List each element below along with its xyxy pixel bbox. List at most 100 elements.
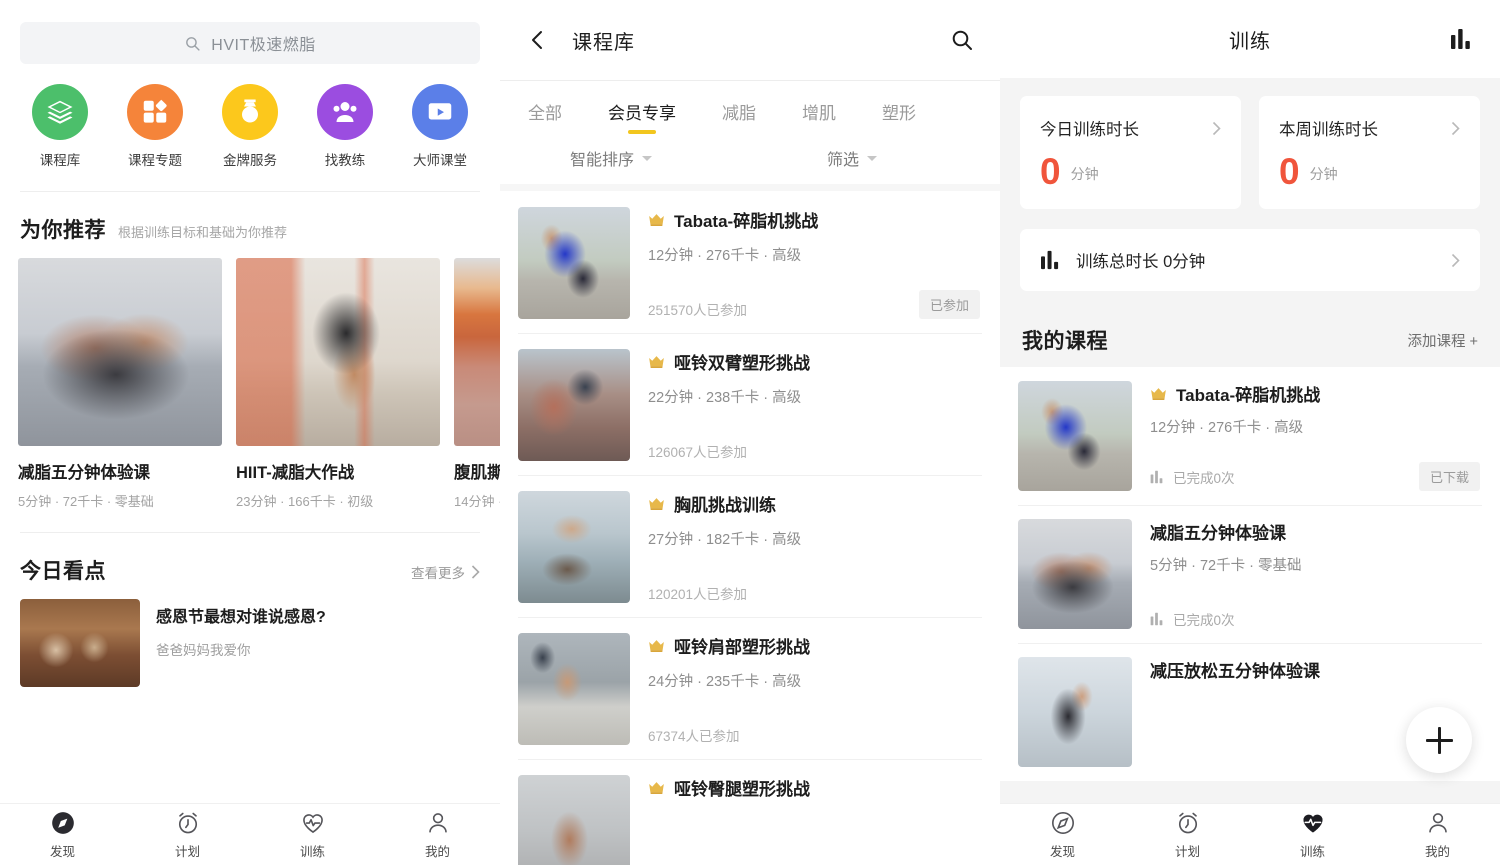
my-course-item[interactable]: Tabata-碎脂机挑战 12分钟 · 276千卡 · 高级 已完成0次 已下载 xyxy=(1000,367,1500,505)
add-fab-button[interactable] xyxy=(1406,707,1472,773)
person-icon xyxy=(428,812,447,832)
tab-all[interactable]: 全部 xyxy=(528,99,562,136)
nav-item-discover[interactable]: 发现 xyxy=(1000,810,1125,860)
quick-link-label: 金牌服务 xyxy=(223,153,277,168)
course-list-item[interactable]: 哑铃肩部塑形挑战 24分钟 · 235千卡 · 高级 67374人已参加 xyxy=(500,617,1000,759)
chevron-left-icon[interactable] xyxy=(526,28,550,52)
layers-icon xyxy=(32,84,88,140)
quick-link-find-coach[interactable]: 找教练 xyxy=(301,84,389,169)
course-list-item[interactable]: 胸肌挑战训练 27分钟 · 182千卡 · 高级 120201人已参加 xyxy=(500,475,1000,617)
nav-item-plan[interactable]: 计划 xyxy=(125,810,250,860)
sort-dropdown[interactable]: 智能排序 xyxy=(570,146,653,170)
course-list: Tabata-碎脂机挑战 12分钟 · 276千卡 · 高级 251570人已参… xyxy=(500,191,1000,865)
course-meta: 23分钟 · 166千卡 · 初级 xyxy=(236,494,374,509)
course-library-screen: 课程库 全部 会员专享 减脂 增肌 塑形 智能排序 筛选 Tabata-碎脂机挑… xyxy=(500,0,1000,865)
recommend-card[interactable]: 腹肌撕 14分钟 · xyxy=(454,258,500,510)
course-thumbnail xyxy=(18,258,222,446)
nav-item-training[interactable]: 训练 xyxy=(1250,810,1375,860)
quick-link-course-library[interactable]: 课程库 xyxy=(16,84,104,169)
my-course-item[interactable]: 减脂五分钟体验课 5分钟 · 72千卡 · 零基础 已完成0次 xyxy=(1000,505,1500,643)
quick-link-course-topics[interactable]: 课程专题 xyxy=(111,84,199,169)
course-title: 哑铃臀腿塑形挑战 xyxy=(674,780,810,799)
tab-muscle-gain[interactable]: 增肌 xyxy=(802,99,836,136)
medal-icon xyxy=(222,84,278,140)
course-joined-count: 120201人已参加 xyxy=(648,587,748,602)
training-header: 训练 xyxy=(1000,0,1500,78)
nav-label: 发现 xyxy=(1049,844,1075,859)
nav-item-training[interactable]: 训练 xyxy=(250,810,375,860)
video-icon xyxy=(412,84,468,140)
course-meta: 27分钟 · 182千卡 · 高级 xyxy=(648,532,802,548)
stat-value: 0 xyxy=(1040,151,1061,192)
course-name: 减压放松五分钟体验课 xyxy=(1150,662,1320,682)
divider xyxy=(500,184,1000,191)
course-name: 减脂五分钟体验课 xyxy=(1150,524,1286,544)
recommend-subtitle: 根据训练目标和基础为你推荐 xyxy=(118,225,288,240)
search-icon[interactable] xyxy=(950,28,974,52)
course-completion-count: 已完成0次 xyxy=(1173,613,1235,629)
search-input[interactable]: HVIT极速燃脂 xyxy=(20,22,480,64)
course-thumbnail xyxy=(1018,657,1132,768)
course-title: Tabata-碎脂机挑战 xyxy=(674,212,819,231)
person-icon xyxy=(1428,812,1447,832)
total-duration-row[interactable]: 训练总时长 0分钟 xyxy=(1020,229,1480,292)
course-list-item[interactable]: Tabata-碎脂机挑战 12分钟 · 276千卡 · 高级 251570人已参… xyxy=(500,191,1000,333)
nav-label: 训练 xyxy=(299,844,325,859)
course-title: 哑铃肩部塑形挑战 xyxy=(674,638,810,657)
page-title: 课程库 xyxy=(572,31,635,54)
nav-label: 训练 xyxy=(1299,844,1325,859)
recommend-card-row[interactable]: 减脂五分钟体验课 5分钟 · 72千卡 · 零基础 HIIT-减脂大作战 23分… xyxy=(0,258,500,510)
news-item[interactable]: 感恩节最想对谁说感恩? 爸爸妈妈我爱你 xyxy=(0,599,500,687)
filter-row: 智能排序 筛选 xyxy=(500,136,1000,170)
course-thumbnail xyxy=(518,349,630,461)
quick-link-master-class[interactable]: 大师课堂 xyxy=(396,84,484,169)
stat-card-week[interactable]: 本周训练时长 0 分钟 xyxy=(1259,96,1480,210)
grid-icon xyxy=(127,84,183,140)
tab-body-shaping[interactable]: 塑形 xyxy=(882,99,916,136)
quick-link-gold-service[interactable]: 金牌服务 xyxy=(206,84,294,169)
stat-label: 本周训练时长 xyxy=(1279,121,1378,139)
crown-icon xyxy=(649,356,664,368)
bar-chart-icon[interactable] xyxy=(1450,28,1474,50)
today-more-label: 查看更多 xyxy=(411,566,465,581)
search-icon xyxy=(186,36,200,51)
heartbeat-icon xyxy=(302,813,323,833)
recommend-card[interactable]: HIIT-减脂大作战 23分钟 · 166千卡 · 初级 xyxy=(236,258,440,510)
alarm-icon xyxy=(1178,812,1197,833)
filter-dropdown[interactable]: 筛选 xyxy=(827,146,878,170)
tab-fat-loss[interactable]: 减脂 xyxy=(722,99,756,136)
category-tabs: 全部 会员专享 减脂 增肌 塑形 xyxy=(500,81,1000,136)
chevron-down-icon xyxy=(642,155,653,161)
discover-screen: HVIT极速燃脂 课程库 课程专题 金牌服务 找教练 大师课堂 为你推荐 根据训… xyxy=(0,0,500,865)
nav-item-mine[interactable]: 我的 xyxy=(1375,810,1500,860)
recommend-card[interactable]: 减脂五分钟体验课 5分钟 · 72千卡 · 零基础 xyxy=(18,258,222,510)
nav-item-plan[interactable]: 计划 xyxy=(1125,810,1250,860)
news-title: 感恩节最想对谁说感恩? xyxy=(156,609,326,626)
crown-icon xyxy=(649,214,664,226)
course-list-item[interactable]: 哑铃双臂塑形挑战 22分钟 · 238千卡 · 高级 126067人已参加 xyxy=(500,333,1000,475)
nav-item-mine[interactable]: 我的 xyxy=(375,810,500,860)
crown-icon xyxy=(649,640,664,652)
course-meta: 12分钟 · 276千卡 · 高级 xyxy=(648,248,802,264)
my-courses-header: 我的课程 添加课程 + xyxy=(1000,291,1500,367)
chevron-right-icon xyxy=(1451,121,1460,135)
today-more-link[interactable]: 查看更多 xyxy=(411,562,480,582)
news-thumbnail xyxy=(20,599,140,687)
nav-item-discover[interactable]: 发现 xyxy=(0,810,125,860)
quick-link-label: 课程库 xyxy=(39,153,81,168)
status-badge: 已参加 xyxy=(918,290,980,319)
filter-label: 筛选 xyxy=(827,152,860,169)
course-meta: 5分钟 · 72千卡 · 零基础 xyxy=(18,494,154,509)
news-subtitle: 爸爸妈妈我爱你 xyxy=(156,643,251,658)
tab-member-exclusive[interactable]: 会员专享 xyxy=(608,99,676,136)
news-text: 感恩节最想对谁说感恩? 爸爸妈妈我爱你 xyxy=(156,599,326,687)
course-name: Tabata-碎脂机挑战 xyxy=(1176,386,1321,406)
stat-card-today[interactable]: 今日训练时长 0 分钟 xyxy=(1020,96,1241,210)
my-courses-title: 我的课程 xyxy=(1022,330,1108,354)
course-list-item[interactable]: 哑铃臀腿塑形挑战 xyxy=(500,759,1000,865)
search-placeholder: HVIT极速燃脂 xyxy=(211,37,316,54)
stat-value: 0 xyxy=(1279,151,1300,192)
chevron-down-icon xyxy=(867,155,878,161)
course-name: HIIT-减脂大作战 xyxy=(236,464,355,482)
add-course-button[interactable]: 添加课程 + xyxy=(1408,330,1479,351)
